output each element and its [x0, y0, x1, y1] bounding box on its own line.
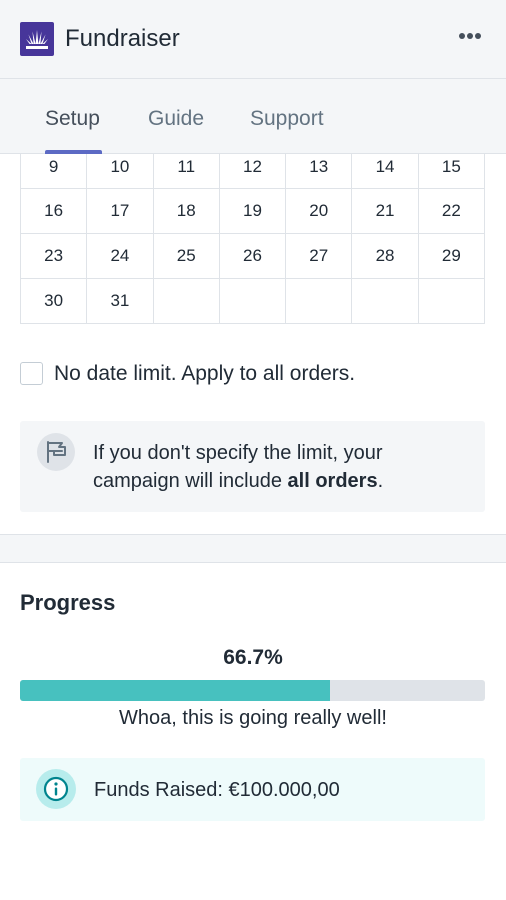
calendar-day[interactable]: 28	[351, 232, 419, 279]
calendar-day[interactable]: 20	[285, 187, 353, 234]
progress-message: Whoa, this is going really well!	[119, 707, 387, 729]
calendar-week: 30 31	[19, 277, 486, 324]
calendar-day-empty	[285, 277, 353, 324]
calendar-day[interactable]: 24	[86, 232, 154, 279]
calendar-day[interactable]: 11	[152, 154, 220, 189]
more-horizontal-icon	[459, 33, 465, 39]
progress-bar-fill	[20, 680, 331, 701]
limit-info-text-emphasis: all orders	[287, 470, 378, 492]
calendar-day[interactable]: 9	[19, 154, 88, 189]
fan-logo-icon	[20, 22, 54, 56]
progress-percent: 66.7%	[223, 646, 283, 669]
tab-guide[interactable]: Guide	[148, 105, 204, 133]
calendar-day-empty	[417, 277, 486, 324]
calendar-day-empty	[152, 277, 220, 324]
calendar-week: 9 10 11 12 13 14 15	[19, 154, 486, 189]
calendar-day[interactable]: 23	[19, 232, 88, 279]
funds-raised-banner: Funds Raised: €100.000,00	[20, 758, 485, 821]
tab-support[interactable]: Support	[250, 105, 324, 133]
calendar-day[interactable]: 31	[86, 277, 154, 324]
calendar-day[interactable]: 14	[351, 154, 419, 189]
limit-info-text: If you don't specify the limit, your cam…	[93, 439, 473, 495]
limit-info-banner: If you don't specify the limit, your cam…	[20, 421, 485, 512]
calendar-day[interactable]: 18	[152, 187, 220, 234]
calendar-day[interactable]: 25	[152, 232, 220, 279]
calendar-day[interactable]: 26	[218, 232, 287, 279]
date-calendar: 9 10 11 12 13 14 15 16 17 18 19 20 21 22…	[19, 154, 486, 324]
info-icon	[36, 769, 76, 809]
no-date-limit-checkbox[interactable]	[20, 362, 43, 385]
calendar-day[interactable]: 22	[417, 187, 486, 234]
calendar-day[interactable]: 29	[417, 232, 486, 279]
progress-bar	[20, 680, 485, 701]
limit-info-text-end: .	[377, 470, 384, 492]
calendar-day[interactable]: 21	[351, 187, 419, 234]
flag-icon	[37, 433, 75, 471]
calendar-day[interactable]: 15	[417, 154, 486, 189]
calendar-week: 23 24 25 26 27 28 29	[19, 232, 486, 279]
app-title: Fundraiser	[65, 25, 180, 52]
calendar-day[interactable]: 16	[19, 187, 88, 234]
calendar-day[interactable]: 10	[86, 154, 154, 189]
calendar-day[interactable]: 27	[285, 232, 353, 279]
app-header: Fundraiser	[0, 0, 506, 79]
calendar-day[interactable]: 30	[19, 277, 88, 324]
calendar-day-empty	[218, 277, 287, 324]
calendar-day-empty	[351, 277, 419, 324]
section-divider	[0, 534, 506, 563]
calendar-day[interactable]: 13	[285, 154, 353, 189]
tab-bar: Setup Guide Support	[0, 79, 506, 154]
calendar-day[interactable]: 19	[218, 187, 287, 234]
calendar-day[interactable]: 17	[86, 187, 154, 234]
progress-heading: Progress	[20, 590, 116, 615]
more-actions-button[interactable]	[452, 24, 488, 48]
funds-raised-text: Funds Raised: €100.000,00	[94, 779, 340, 801]
no-date-limit-label: No date limit. Apply to all orders.	[54, 362, 356, 385]
tab-setup[interactable]: Setup	[45, 105, 100, 133]
calendar-day[interactable]: 12	[218, 154, 287, 189]
calendar-week: 16 17 18 19 20 21 22	[19, 187, 486, 234]
